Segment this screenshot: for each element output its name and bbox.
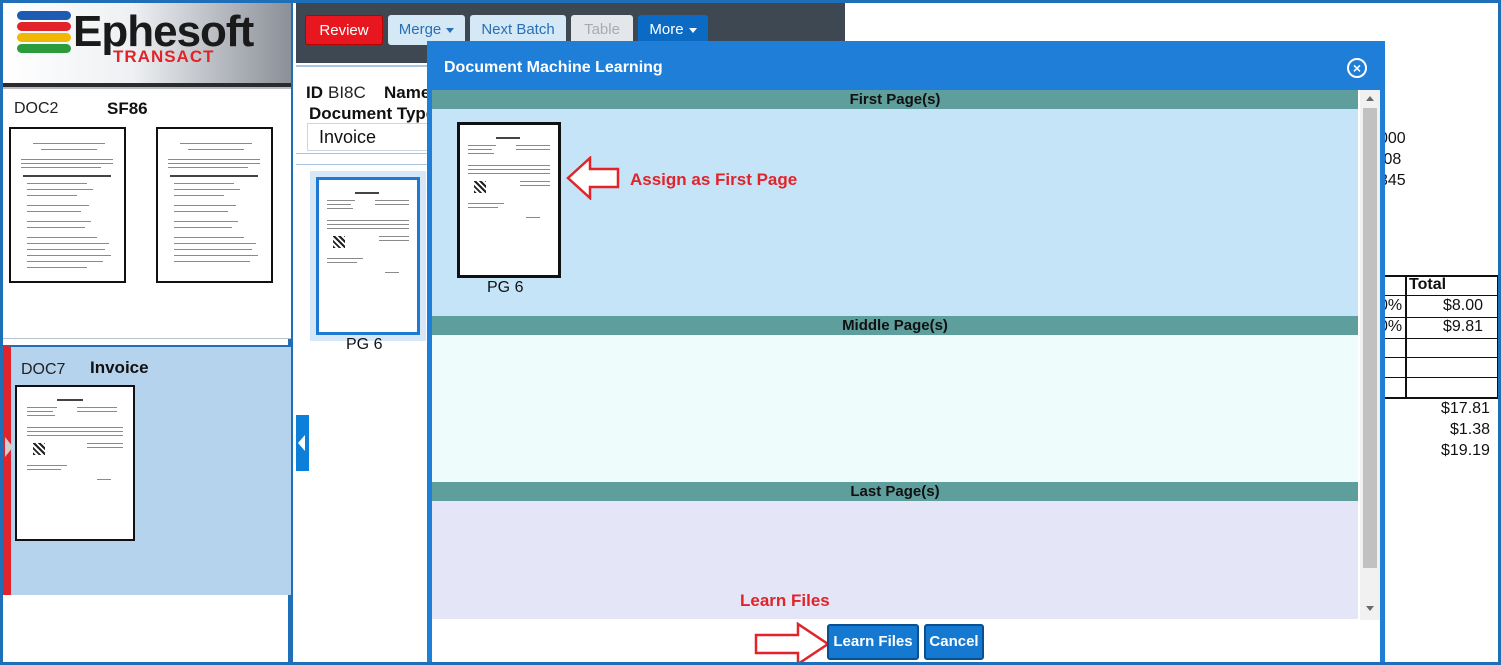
close-icon[interactable]: × [1347, 58, 1367, 78]
first-pages-header: First Page(s) [432, 90, 1358, 109]
learn-files-button[interactable]: Learn Files [827, 624, 919, 660]
logo-stripes-icon [17, 11, 73, 55]
app-logo-bar: Ephesoft TRANSACT [3, 3, 291, 97]
dialog-header: Document Machine Learning × [432, 46, 1380, 90]
expand-left-arrow-icon[interactable] [3, 435, 13, 459]
document-list-panel: Ephesoft TRANSACT DOC2 SF86 DOC7 Invoice [3, 3, 293, 662]
page-thumbnail-selected[interactable] [316, 177, 420, 335]
document-card[interactable]: DOC2 SF86 [3, 89, 291, 339]
chevron-down-icon [446, 27, 455, 33]
review-button[interactable]: Review [305, 15, 383, 45]
document-id: DOC2 [14, 100, 59, 117]
right-arrow-annotation-icon [754, 622, 830, 662]
dialog-title: Document Machine Learning [444, 59, 663, 76]
name-label: Name [384, 83, 431, 102]
document-preview: 000 /08 345 Total 0% $8.00 0% $9.81 $17.… [1379, 3, 1498, 662]
preview-table-header: Total [1409, 276, 1447, 293]
scrollbar-thumb[interactable] [1363, 108, 1377, 568]
id-label: ID [306, 83, 323, 102]
id-value: BI8C [328, 83, 366, 102]
document-type: SF86 [107, 99, 148, 118]
page-thumbnail[interactable] [9, 127, 126, 283]
last-pages-header: Last Page(s) [432, 482, 1358, 501]
page-thumbnail[interactable] [156, 127, 273, 283]
page-thumbnail[interactable] [15, 385, 135, 541]
preview-tax: $1.38 [1450, 421, 1491, 438]
logo-subtext: TRANSACT [113, 47, 215, 66]
document-type: Invoice [90, 358, 149, 377]
middle-pages-header: Middle Page(s) [432, 316, 1358, 335]
preview-subtotal: $17.81 [1441, 400, 1490, 417]
page-label: PG 6 [487, 279, 524, 296]
document-id: DOC7 [21, 361, 66, 378]
merge-button-label: Merge [398, 21, 442, 38]
chevron-down-icon [688, 27, 697, 33]
machine-learning-dialog: Document Machine Learning × First Page(s… [427, 41, 1385, 662]
preview-total: $19.19 [1441, 442, 1490, 459]
middle-pages-dropzone[interactable] [432, 335, 1358, 482]
cancel-button[interactable]: Cancel [924, 624, 984, 660]
document-type-label: Document Type [309, 104, 436, 123]
preview-cell: $8.00 [1443, 297, 1484, 314]
last-pages-dropzone[interactable] [432, 501, 1358, 619]
page-label: PG 6 [346, 336, 383, 353]
scroll-down-arrow-icon[interactable] [1366, 606, 1374, 611]
application-window: Ephesoft TRANSACT DOC2 SF86 DOC7 Invoice… [0, 0, 1501, 665]
document-card-selected[interactable]: DOC7 Invoice [3, 345, 291, 595]
more-button-label: More [649, 21, 684, 38]
scroll-up-arrow-icon[interactable] [1366, 96, 1374, 101]
left-arrow-annotation-icon [566, 156, 620, 200]
preview-cell: $9.81 [1443, 318, 1484, 335]
assign-first-page-annotation: Assign as First Page [630, 170, 798, 189]
learn-files-annotation: Learn Files [740, 591, 830, 610]
page-thumbnail[interactable] [457, 122, 561, 278]
dialog-scrollbar[interactable] [1360, 90, 1380, 620]
first-pages-dropzone[interactable]: PG 6 Assign as First Page [432, 109, 1358, 316]
collapse-panel-arrow-icon[interactable] [296, 415, 309, 471]
